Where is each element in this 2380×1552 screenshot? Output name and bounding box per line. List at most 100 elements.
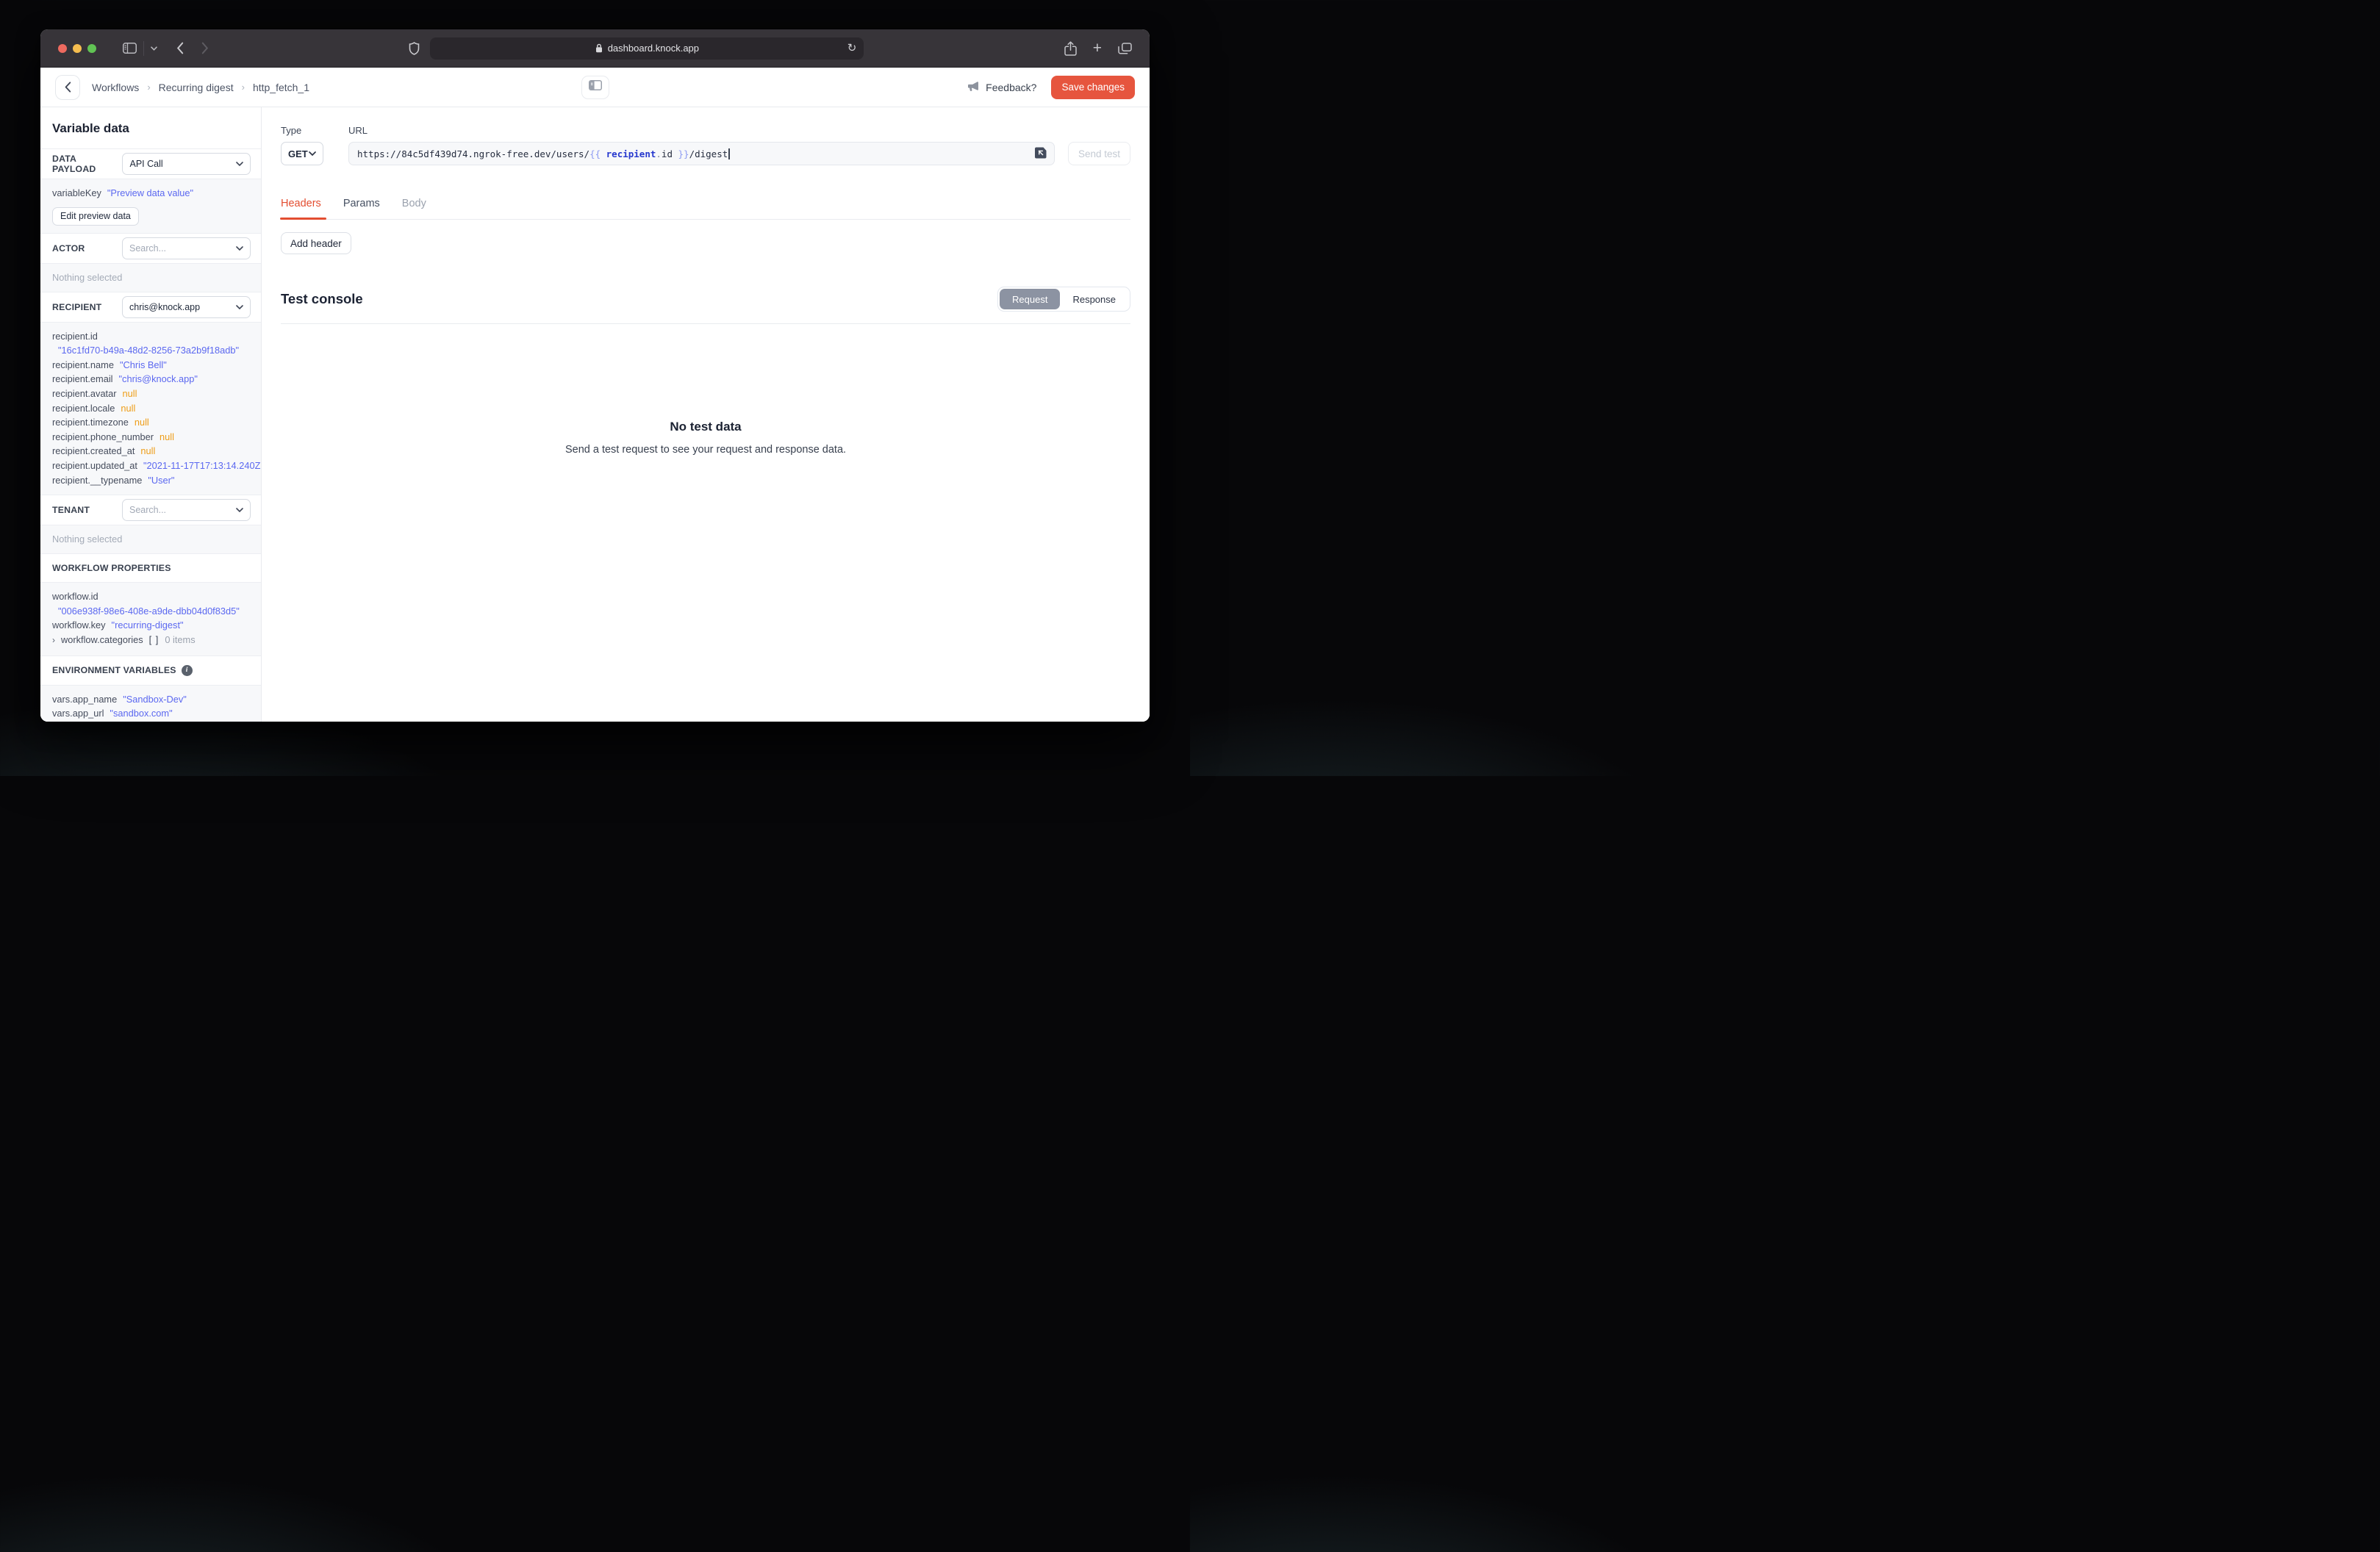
tenant-label: TENANT [52, 505, 90, 516]
empty-state-subtitle: Send a test request to see your request … [564, 444, 847, 456]
variable-value: "recurring-digest" [111, 619, 184, 631]
share-icon[interactable] [1064, 40, 1077, 56]
data-payload-value: API Call [129, 159, 163, 169]
variable-row: workflow.key "recurring-digest" [52, 618, 249, 633]
variable-key: workflow.key [52, 619, 106, 631]
expand-toggle-icon[interactable]: › [52, 633, 55, 648]
preview-value: "Preview data value" [107, 187, 194, 198]
variable-value-row: "006e938f-98e6-408e-a9de-dbb04d0f83d5" [52, 604, 249, 619]
variable-key: recipient.phone_number [52, 431, 154, 442]
browser-forward-icon[interactable] [201, 42, 209, 54]
tab-body[interactable]: Body [402, 198, 426, 219]
feedback-link[interactable]: Feedback? [967, 81, 1036, 94]
variable-value: "User" [148, 474, 175, 486]
url-input[interactable]: https://84c5df439d74.ngrok-free.dev/user… [348, 142, 1055, 165]
insert-variable-icon[interactable] [1034, 146, 1047, 162]
address-bar[interactable]: dashboard.knock.app ↻ [430, 37, 864, 60]
privacy-shield-icon[interactable] [409, 41, 420, 55]
recipient-value: chris@knock.app [129, 301, 201, 312]
test-console-header: Test console Request Response [281, 287, 1130, 324]
http-method-select[interactable]: GET [281, 142, 323, 165]
edit-preview-data-button[interactable]: Edit preview data [52, 206, 139, 226]
close-window-button[interactable] [58, 43, 67, 53]
variable-row: recipient.email "chris@knock.app" [52, 372, 249, 387]
lock-icon [595, 43, 603, 53]
variable-row: recipient.name "Chris Bell" [52, 358, 249, 373]
breadcrumb-workflow-name[interactable]: Recurring digest [159, 82, 234, 93]
actor-placeholder: Search... [129, 242, 167, 254]
toggle-request-button[interactable]: Request [1000, 289, 1061, 309]
breadcrumb-workflows[interactable]: Workflows [92, 82, 139, 93]
sidebar-menu-chevron-icon[interactable] [151, 46, 157, 51]
workflow-properties-header: WORKFLOW PROPERTIES [40, 554, 261, 583]
url-segment: recipient [606, 148, 656, 159]
back-button[interactable] [55, 74, 80, 100]
http-method-value: GET [288, 148, 308, 159]
tenant-empty-text: Nothing selected [52, 534, 123, 545]
panel-layout-toggle-button[interactable] [581, 75, 609, 99]
variable-key: recipient.timezone [52, 417, 129, 428]
reload-icon[interactable]: ↻ [847, 43, 857, 54]
variable-meta: 0 items [165, 633, 196, 645]
variable-key: vars.app_name [52, 693, 118, 705]
url-segment: id [661, 148, 673, 159]
send-test-button[interactable]: Send test [1067, 142, 1130, 165]
zoom-window-button[interactable] [87, 43, 96, 53]
url-label: URL [348, 125, 368, 136]
tab-headers[interactable]: Headers [280, 198, 326, 220]
data-payload-select[interactable]: API Call [122, 153, 251, 175]
request-response-toggle: Request Response [997, 287, 1130, 312]
variable-row: recipient.locale null [52, 401, 249, 416]
variable-value: null [122, 387, 137, 399]
tenant-row: TENANT Search... [40, 495, 261, 526]
data-payload-preview-band: variableKey "Preview data value" Edit pr… [40, 179, 261, 234]
toggle-response-button[interactable]: Response [1060, 289, 1128, 309]
variable-key: recipient.avatar [52, 387, 117, 399]
tab-params[interactable]: Params [343, 198, 380, 219]
traffic-lights [58, 43, 96, 53]
variable-value: "Chris Bell" [119, 359, 167, 370]
variable-value: "Sandbox-Dev" [123, 693, 187, 705]
recipient-label: RECIPIENT [52, 301, 102, 312]
new-tab-icon[interactable]: + [1093, 40, 1102, 56]
chevron-down-icon [236, 245, 243, 251]
breadcrumb-step-name: http_fetch_1 [252, 81, 309, 93]
info-icon[interactable]: i [181, 664, 193, 676]
address-bar-url: dashboard.knock.app [607, 43, 700, 54]
megaphone-icon [967, 81, 980, 94]
url-segment: {{ [589, 148, 606, 159]
tenant-select[interactable]: Search... [122, 499, 251, 522]
variable-row: recipient.updated_at "2021-11-17T17:13:14… [52, 459, 261, 473]
tab-overview-icon[interactable] [1118, 42, 1132, 54]
variable-key: vars.branding.icon_url [52, 721, 145, 722]
recipient-select[interactable]: chris@knock.app [122, 295, 251, 318]
add-header-button[interactable]: Add header [281, 232, 351, 254]
actor-select[interactable]: Search... [122, 237, 251, 259]
workflow-properties-label: WORKFLOW PROPERTIES [52, 563, 171, 574]
url-value: https://84c5df439d74.ngrok-free.dev/user… [357, 148, 1034, 159]
env-fields-band: vars.app_name "Sandbox-Dev" vars.app_url "s… [40, 685, 261, 722]
minimize-window-button[interactable] [73, 43, 82, 53]
type-label: Type [281, 125, 302, 136]
tenant-placeholder: Search... [129, 505, 167, 516]
text-cursor [728, 148, 730, 159]
feedback-label: Feedback? [986, 81, 1037, 93]
variable-data-sidebar: Variable data DATA PAYLOAD API Call vari… [40, 107, 262, 722]
sidebar-toggle-icon[interactable] [123, 43, 137, 54]
chevron-down-icon [309, 151, 316, 156]
variable-key: vars.app_url [52, 708, 104, 719]
variable-key: recipient.id [52, 330, 98, 342]
preview-key: variableKey [52, 187, 101, 198]
actor-empty-text: Nothing selected [52, 271, 123, 283]
breadcrumb-separator: › [241, 82, 245, 93]
browser-back-icon[interactable] [176, 42, 184, 54]
breadcrumb-separator: › [147, 82, 151, 93]
recipient-row: RECIPIENT chris@knock.app [40, 292, 261, 323]
app-header: Workflows › Recurring digest › http_fetc… [40, 68, 1150, 107]
actor-row: ACTOR Search... [40, 234, 261, 264]
save-changes-button[interactable]: Save changes [1051, 75, 1135, 99]
http-fetch-config-panel: Type GET URL https://84c5df439d74.ngrok-… [262, 107, 1150, 722]
data-payload-row: DATA PAYLOAD API Call [40, 149, 261, 179]
url-segment: . [656, 148, 662, 159]
variable-row: vars.app_name "Sandbox-Dev" [52, 692, 249, 707]
